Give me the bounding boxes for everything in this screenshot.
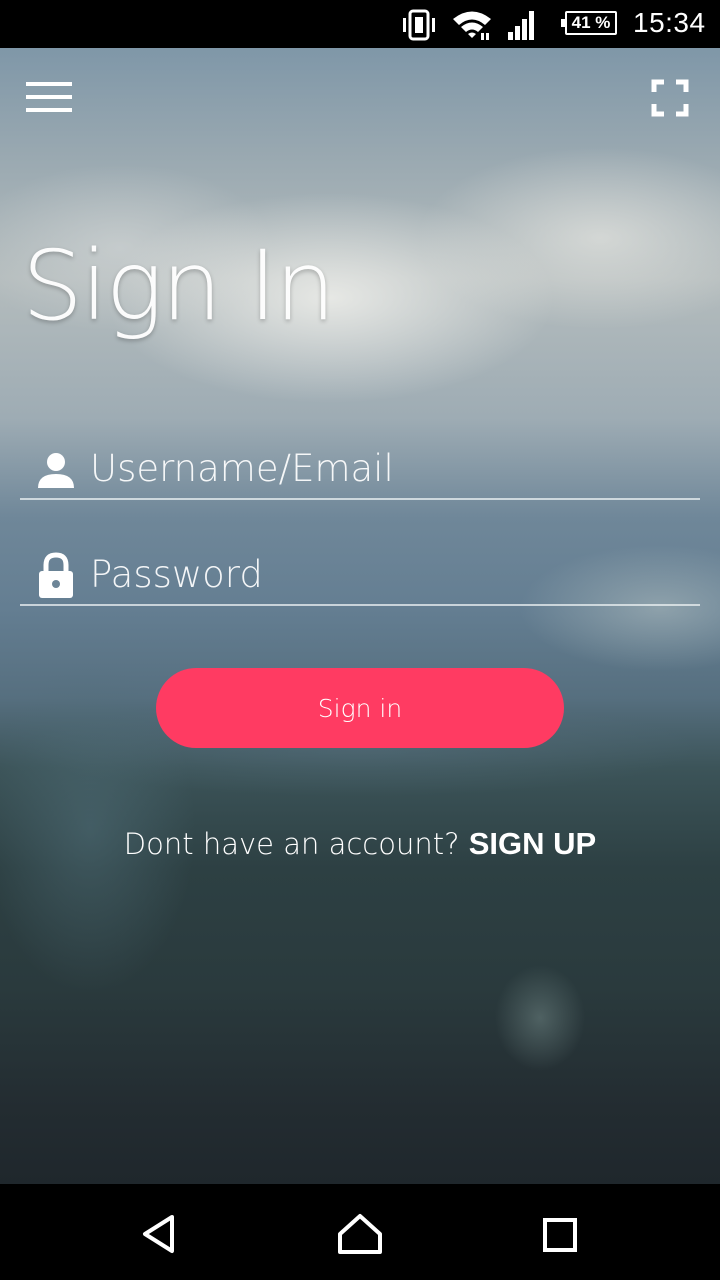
sign-in-button[interactable]: Sign in <box>156 668 564 748</box>
sign-in-screen: Sign In Sign in Dont have an account? SI… <box>0 48 720 1184</box>
navigation-bar <box>0 1184 720 1280</box>
signup-prompt: Dont have an account? <box>123 827 460 861</box>
fullscreen-button[interactable] <box>646 76 694 120</box>
clock: 15:34 <box>633 7 706 38</box>
wifi-icon <box>451 8 493 47</box>
back-icon <box>143 1215 174 1253</box>
home-icon <box>338 1214 382 1254</box>
signal-icon <box>506 8 538 47</box>
fullscreen-icon <box>651 79 689 117</box>
hamburger-menu-icon <box>26 82 72 112</box>
battery-icon: 41 % <box>561 11 617 35</box>
person-icon <box>36 450 76 495</box>
password-field[interactable] <box>20 546 700 606</box>
sign-up-link[interactable]: SIGN UP <box>469 826 596 861</box>
lock-icon <box>36 552 76 605</box>
vibrate-icon <box>400 8 438 47</box>
page-title: Sign In <box>22 230 336 342</box>
back-button[interactable] <box>138 1212 182 1261</box>
username-input[interactable] <box>90 440 690 496</box>
username-field[interactable] <box>20 440 700 500</box>
status-bar: 41 % 15:34 <box>0 0 720 48</box>
home-button[interactable] <box>334 1212 386 1261</box>
recents-icon <box>543 1218 577 1252</box>
signup-prompt-line: Dont have an account? SIGN UP <box>0 826 720 862</box>
menu-button[interactable] <box>24 78 76 118</box>
password-input[interactable] <box>90 546 690 602</box>
battery-level: 41 % <box>571 13 611 32</box>
recents-button[interactable] <box>535 1212 579 1261</box>
